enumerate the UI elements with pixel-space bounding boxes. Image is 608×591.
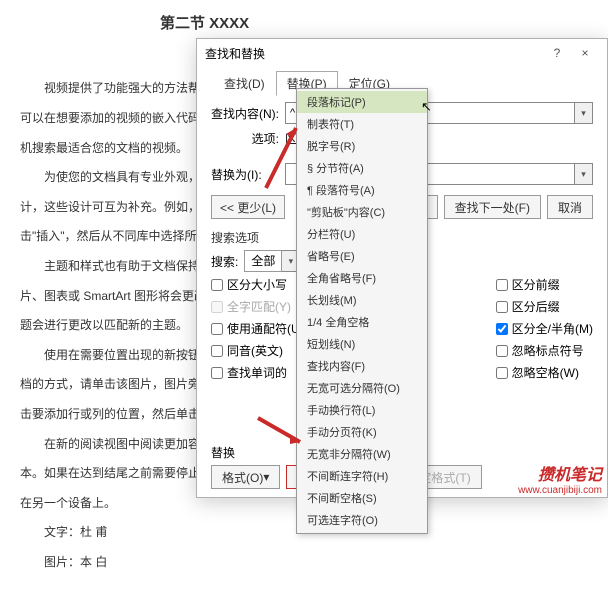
menu-item[interactable]: 不间断空格(S): [297, 487, 427, 509]
tab-find[interactable]: 查找(D): [213, 71, 276, 96]
watermark-title: 攒机笔记: [518, 461, 602, 485]
menu-item[interactable]: "剪贴板"内容(C): [297, 201, 427, 223]
watermark-url: www.cuanjibiji.com: [518, 485, 602, 496]
menu-item[interactable]: 可选连字符(O): [297, 509, 427, 531]
chk-prefix[interactable]: 区分前缀: [496, 276, 593, 293]
menu-item[interactable]: 不间断连字符(H): [297, 465, 427, 487]
doc-para: 图片：本 白: [20, 552, 588, 574]
menu-item[interactable]: 1/4 全角空格: [297, 311, 427, 333]
find-label: 查找内容(N):: [211, 105, 285, 122]
menu-item[interactable]: 无宽可选分隔符(O): [297, 377, 427, 399]
close-button[interactable]: ×: [571, 46, 599, 60]
chk-suffix[interactable]: 区分后缀: [496, 298, 593, 315]
chk-fullhalf[interactable]: 区分全/半角(M): [496, 320, 593, 337]
find-next-button[interactable]: 查找下一处(F): [444, 195, 541, 219]
options-label: 选项:: [211, 130, 285, 147]
chk-sounds-like[interactable]: 同音(英文): [211, 342, 304, 359]
replace-label: 替换为(I):: [211, 166, 285, 183]
dialog-titlebar: 查找和替换 ? ×: [197, 39, 607, 67]
chk-ignore-space[interactable]: 忽略空格(W): [496, 364, 593, 381]
menu-item[interactable]: 手动换行符(L): [297, 399, 427, 421]
chk-match-case[interactable]: 区分大小写: [211, 276, 304, 293]
menu-item[interactable]: 分栏符(U): [297, 223, 427, 245]
menu-item[interactable]: 全角省略号(F): [297, 267, 427, 289]
chk-word-forms[interactable]: 查找单词的: [211, 364, 304, 381]
watermark: 攒机笔记 www.cuanjibiji.com: [518, 461, 602, 496]
replace-dropdown-icon[interactable]: ▾: [575, 163, 593, 185]
dialog-title: 查找和替换: [205, 45, 265, 62]
help-button[interactable]: ?: [543, 46, 571, 60]
menu-item[interactable]: 无宽非分隔符(W): [297, 443, 427, 465]
search-scope-label: 搜索:: [211, 253, 238, 270]
menu-item[interactable]: 短划线(N): [297, 333, 427, 355]
search-scope-combo[interactable]: 全部: [244, 250, 282, 272]
cancel-button[interactable]: 取消: [547, 195, 593, 219]
menu-item[interactable]: 脱字号(R): [297, 135, 427, 157]
cursor-icon: ↖: [421, 99, 432, 115]
chk-wildcards[interactable]: 使用通配符(U): [211, 320, 304, 337]
menu-item[interactable]: 省略号(E): [297, 245, 427, 267]
menu-item[interactable]: 查找内容(F): [297, 355, 427, 377]
menu-item[interactable]: 手动分页符(K): [297, 421, 427, 443]
menu-item[interactable]: 段落标记(P): [297, 91, 427, 113]
special-format-menu: 段落标记(P)制表符(T)脱字号(R)§ 分节符(A)¶ 段落符号(A)"剪贴板…: [296, 88, 428, 534]
menu-item[interactable]: 制表符(T): [297, 113, 427, 135]
menu-item[interactable]: ¶ 段落符号(A): [297, 179, 427, 201]
less-options-button[interactable]: << 更少(L): [211, 195, 285, 219]
menu-item[interactable]: § 分节符(A): [297, 157, 427, 179]
doc-heading: 第二节 XXXX: [20, 10, 588, 37]
format-button[interactable]: 格式(O) ▾: [211, 465, 280, 489]
chk-ignore-punct[interactable]: 忽略标点符号: [496, 342, 593, 359]
menu-item[interactable]: 长划线(M): [297, 289, 427, 311]
find-dropdown-icon[interactable]: ▾: [575, 102, 593, 124]
chk-whole-word: 全字匹配(Y): [211, 298, 304, 315]
